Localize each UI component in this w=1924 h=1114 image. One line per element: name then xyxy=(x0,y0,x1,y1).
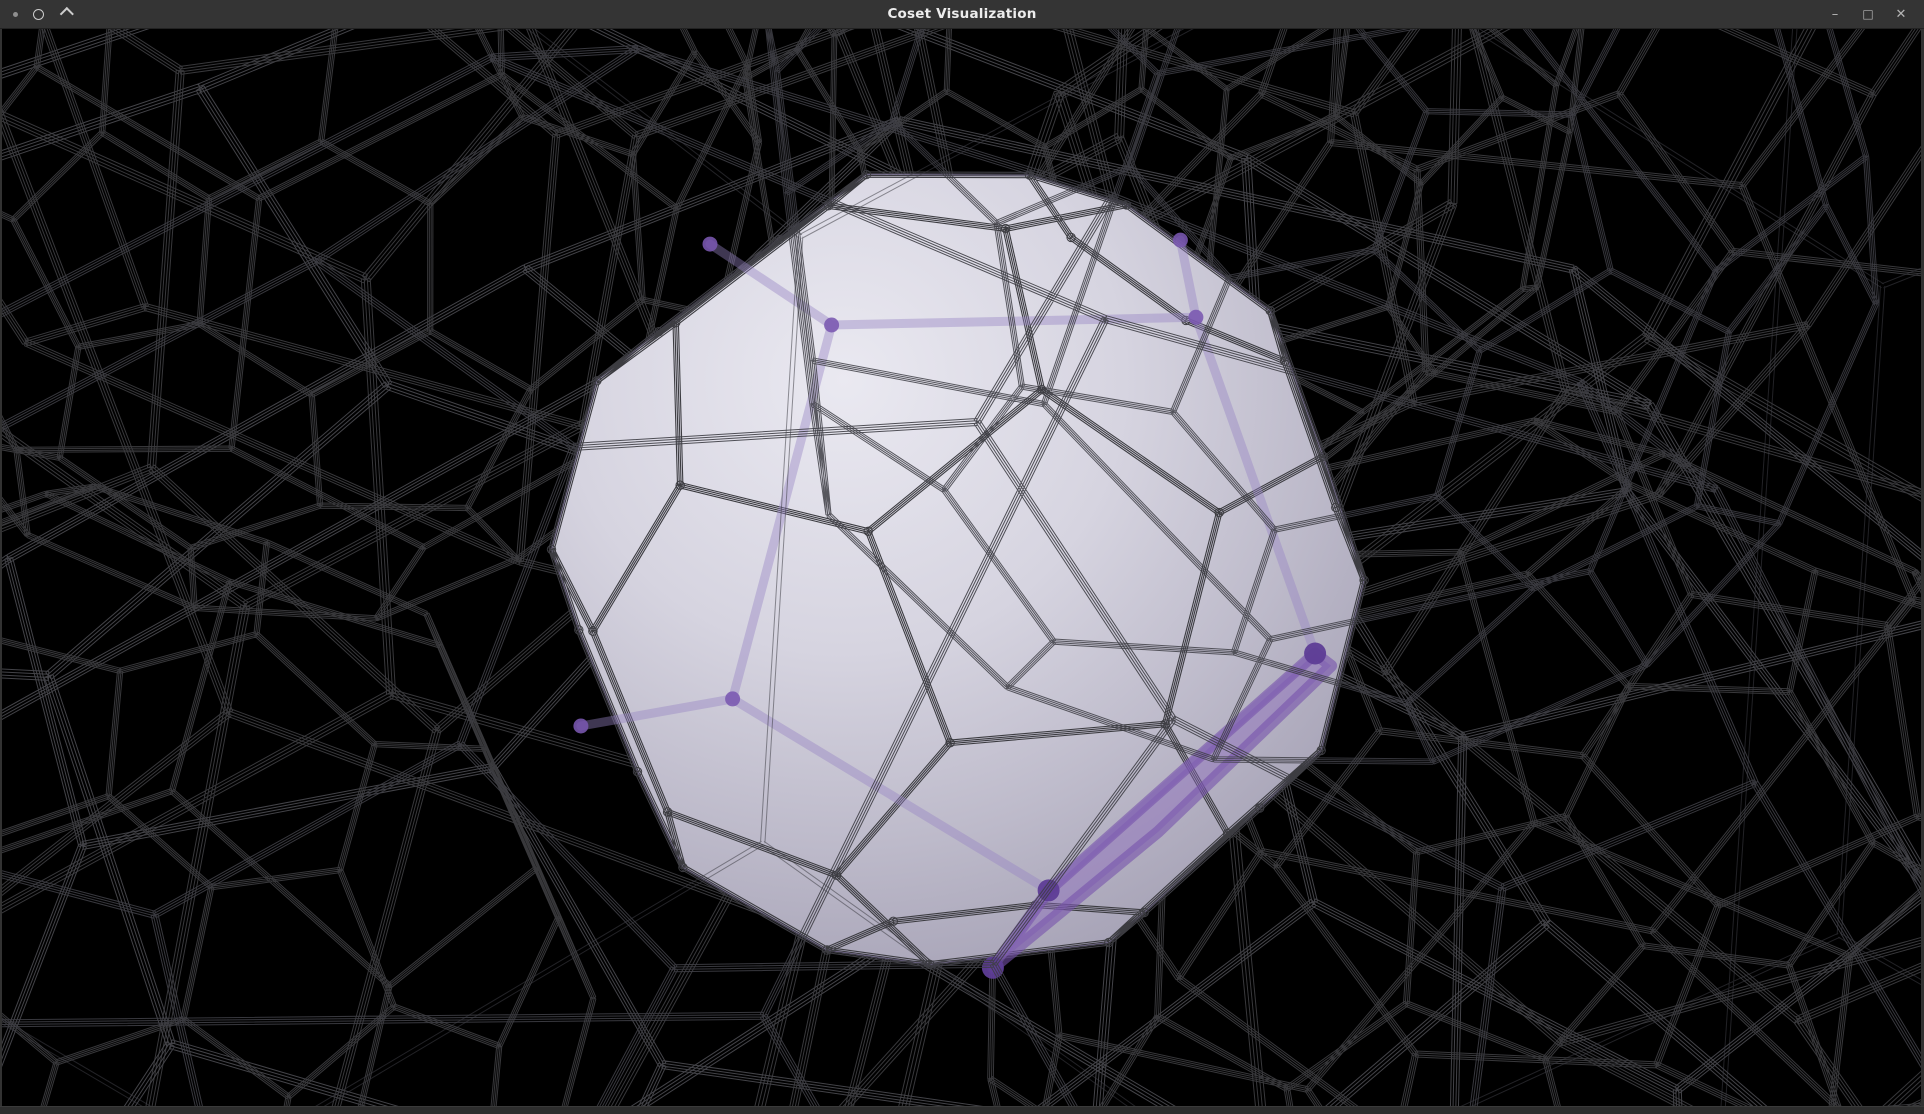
window-title: Coset Visualization xyxy=(0,0,1924,29)
window-controls: – □ ✕ xyxy=(1827,0,1924,29)
titlebar: Coset Visualization – □ ✕ xyxy=(0,0,1924,29)
window-frame-bottom xyxy=(0,1106,1924,1114)
dot-icon[interactable] xyxy=(13,12,18,17)
window-frame-left xyxy=(0,29,2,1106)
close-button[interactable]: ✕ xyxy=(1893,0,1909,29)
circle-icon[interactable] xyxy=(33,9,44,20)
titlebar-left-icons xyxy=(0,9,69,20)
chevron-up-icon[interactable] xyxy=(60,7,74,21)
scene-canvas[interactable] xyxy=(2,29,1921,1106)
minimize-button[interactable]: – xyxy=(1827,0,1843,29)
coset-ball xyxy=(547,170,1368,968)
viewport-3d[interactable] xyxy=(2,29,1921,1106)
app-window: Coset Visualization – □ ✕ xyxy=(0,0,1924,1114)
maximize-button[interactable]: □ xyxy=(1860,0,1876,29)
